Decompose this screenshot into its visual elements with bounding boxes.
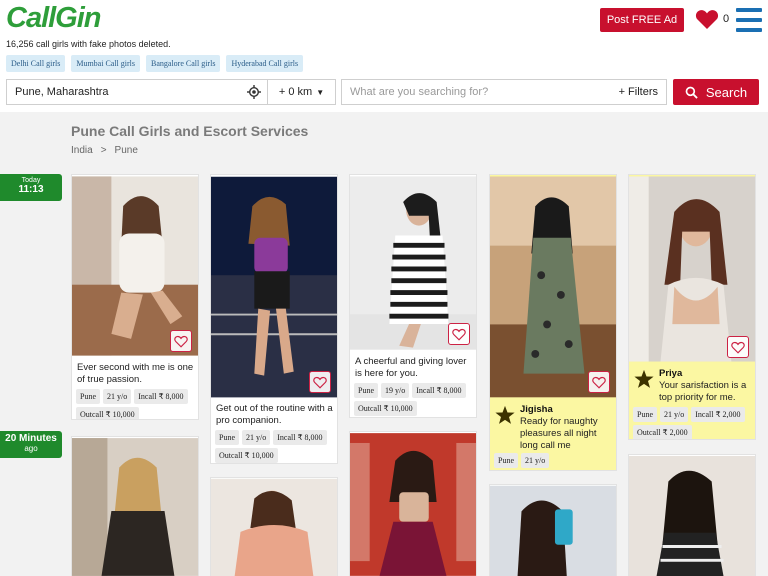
star-icon — [495, 405, 515, 424]
search-button[interactable]: Search — [673, 79, 759, 105]
featured-listing-card[interactable]: Jigisha Ready for naughty pleasures all … — [489, 174, 617, 471]
heart-icon — [452, 328, 466, 341]
listing-photo[interactable] — [490, 485, 616, 576]
tag-outcall: Outcall ₹ 10,000 — [215, 448, 278, 463]
listing-description: A cheerful and giving lover is here for … — [355, 356, 467, 379]
listing-name: Priya — [659, 368, 683, 379]
time-marker-today: Today 11:13 — [0, 174, 62, 201]
heart-icon — [313, 376, 327, 389]
listing-description: Ever second with me is one of true passi… — [77, 362, 194, 385]
tag-age: 21 y/o — [521, 453, 550, 468]
tag-age: 21 y/o — [660, 407, 689, 422]
tag-age: 21 y/o — [103, 389, 132, 404]
listing-card[interactable]: A cheerful and giving lover is here for … — [349, 174, 477, 418]
heart-icon — [731, 341, 745, 354]
logo[interactable]: CallGin — [6, 2, 102, 35]
breadcrumb-pune: Pune — [114, 145, 138, 156]
listing-card[interactable] — [71, 436, 199, 576]
location-value: Pune, Maharashtra — [15, 86, 109, 98]
tag-incall: Incall ₹ 8,000 — [134, 389, 188, 404]
breadcrumb-separator: > — [100, 145, 107, 156]
listing-photo[interactable] — [490, 175, 616, 399]
filters-button[interactable]: + Filters — [619, 86, 658, 98]
star-icon — [634, 369, 654, 388]
listing-tags: Pune 21 y/o — [494, 453, 612, 468]
distance-select[interactable]: + 0 km ▼ — [268, 79, 336, 105]
search-input[interactable]: What are you searching for? + Filters — [341, 79, 667, 105]
search-placeholder: What are you searching for? — [350, 86, 489, 98]
time-marker-label: 20 Minutes — [5, 433, 57, 444]
chevron-down-icon: ▼ — [316, 87, 325, 97]
listing-card[interactable] — [489, 484, 617, 576]
time-marker-suffix: ago — [24, 444, 38, 453]
breadcrumb: India > Pune — [71, 145, 138, 156]
location-input[interactable]: Pune, Maharashtra — [6, 79, 268, 105]
post-ad-button[interactable]: Post FREE Ad — [600, 8, 684, 32]
time-marker-time: 11:13 — [18, 184, 44, 195]
favorite-toggle[interactable] — [588, 371, 610, 393]
time-marker-minutes: 20 Minutes ago — [0, 431, 62, 458]
distance-value: + 0 km — [278, 86, 313, 98]
listing-card[interactable]: Ever second with me is one of true passi… — [71, 174, 199, 420]
listing-photo[interactable] — [629, 175, 755, 363]
listing-photo[interactable] — [72, 437, 198, 576]
featured-listing-card[interactable]: Priya Your sarisfaction is a top priorit… — [628, 174, 756, 440]
listing-photo[interactable] — [211, 175, 337, 399]
favorite-toggle[interactable] — [170, 330, 192, 352]
listing-card[interactable]: Get out of the routine with a pro compan… — [210, 174, 338, 464]
tag-city: Pune — [633, 407, 657, 422]
quick-link-mumbai[interactable]: Mumbai Call girls — [71, 55, 140, 72]
tag-age: 19 y/o — [381, 383, 410, 398]
heart-icon — [695, 10, 719, 29]
tag-city: Pune — [215, 430, 239, 445]
listing-card[interactable] — [628, 454, 756, 576]
listing-description: Your sarisfaction is a top priority for … — [659, 380, 747, 403]
listing-tags: Pune 21 y/o Incall ₹ 8,000 Outcall ₹ 10,… — [76, 389, 194, 419]
listing-photo[interactable] — [629, 455, 755, 576]
heart-icon — [174, 335, 188, 348]
quick-link-bangalore[interactable]: Bangalore Call girls — [146, 55, 221, 72]
quick-links: Delhi Call girls Mumbai Call girls Banga… — [6, 55, 304, 72]
quick-link-delhi[interactable]: Delhi Call girls — [6, 55, 66, 72]
tag-age: 21 y/o — [242, 430, 271, 445]
heart-icon — [592, 376, 606, 389]
menu-icon[interactable] — [736, 7, 762, 33]
listing-tags: Pune 21 y/o Incall ₹ 2,000 Outcall ₹ 2,0… — [633, 407, 751, 439]
listing-card[interactable] — [349, 431, 477, 576]
listing-tags: Pune 19 y/o Incall ₹ 8,000 Outcall ₹ 10,… — [354, 383, 472, 416]
tag-incall: Incall ₹ 8,000 — [412, 383, 466, 398]
favorites-button[interactable]: 0 — [695, 8, 729, 30]
tag-city: Pune — [494, 453, 518, 468]
listing-tags: Pune 21 y/o Incall ₹ 8,000 Outcall ₹ 10,… — [215, 430, 333, 463]
listing-description: Ready for naughty pleasures all night lo… — [520, 416, 598, 451]
tag-incall: Incall ₹ 2,000 — [691, 407, 745, 422]
favorite-toggle[interactable] — [309, 371, 331, 393]
listing-photo[interactable] — [211, 478, 337, 576]
favorite-toggle[interactable] — [448, 323, 470, 345]
tag-outcall: Outcall ₹ 10,000 — [354, 401, 417, 416]
tag-outcall: Outcall ₹ 2,000 — [633, 425, 692, 439]
listing-description: Get out of the routine with a pro compan… — [216, 403, 333, 426]
quick-link-hyderabad[interactable]: Hyderabad Call girls — [226, 55, 304, 72]
breadcrumb-india[interactable]: India — [71, 145, 93, 156]
crosshair-icon[interactable] — [247, 85, 261, 99]
tag-city: Pune — [76, 389, 100, 404]
favorite-toggle[interactable] — [727, 336, 749, 358]
listing-photo[interactable] — [350, 432, 476, 576]
listing-name: Jigisha — [520, 404, 553, 415]
tag-incall: Incall ₹ 8,000 — [273, 430, 327, 445]
tagline: 16,256 call girls with fake photos delet… — [6, 39, 171, 49]
site-header: CallGin 16,256 call girls with fake phot… — [0, 0, 768, 112]
tag-city: Pune — [354, 383, 378, 398]
search-button-label: Search — [705, 84, 748, 100]
search-icon — [685, 86, 698, 99]
tag-outcall: Outcall ₹ 10,000 — [76, 407, 139, 419]
listing-card[interactable] — [210, 477, 338, 576]
page-title: Pune Call Girls and Escort Services — [71, 123, 309, 139]
time-marker-label: Today — [21, 177, 41, 184]
favorites-count: 0 — [723, 13, 730, 25]
